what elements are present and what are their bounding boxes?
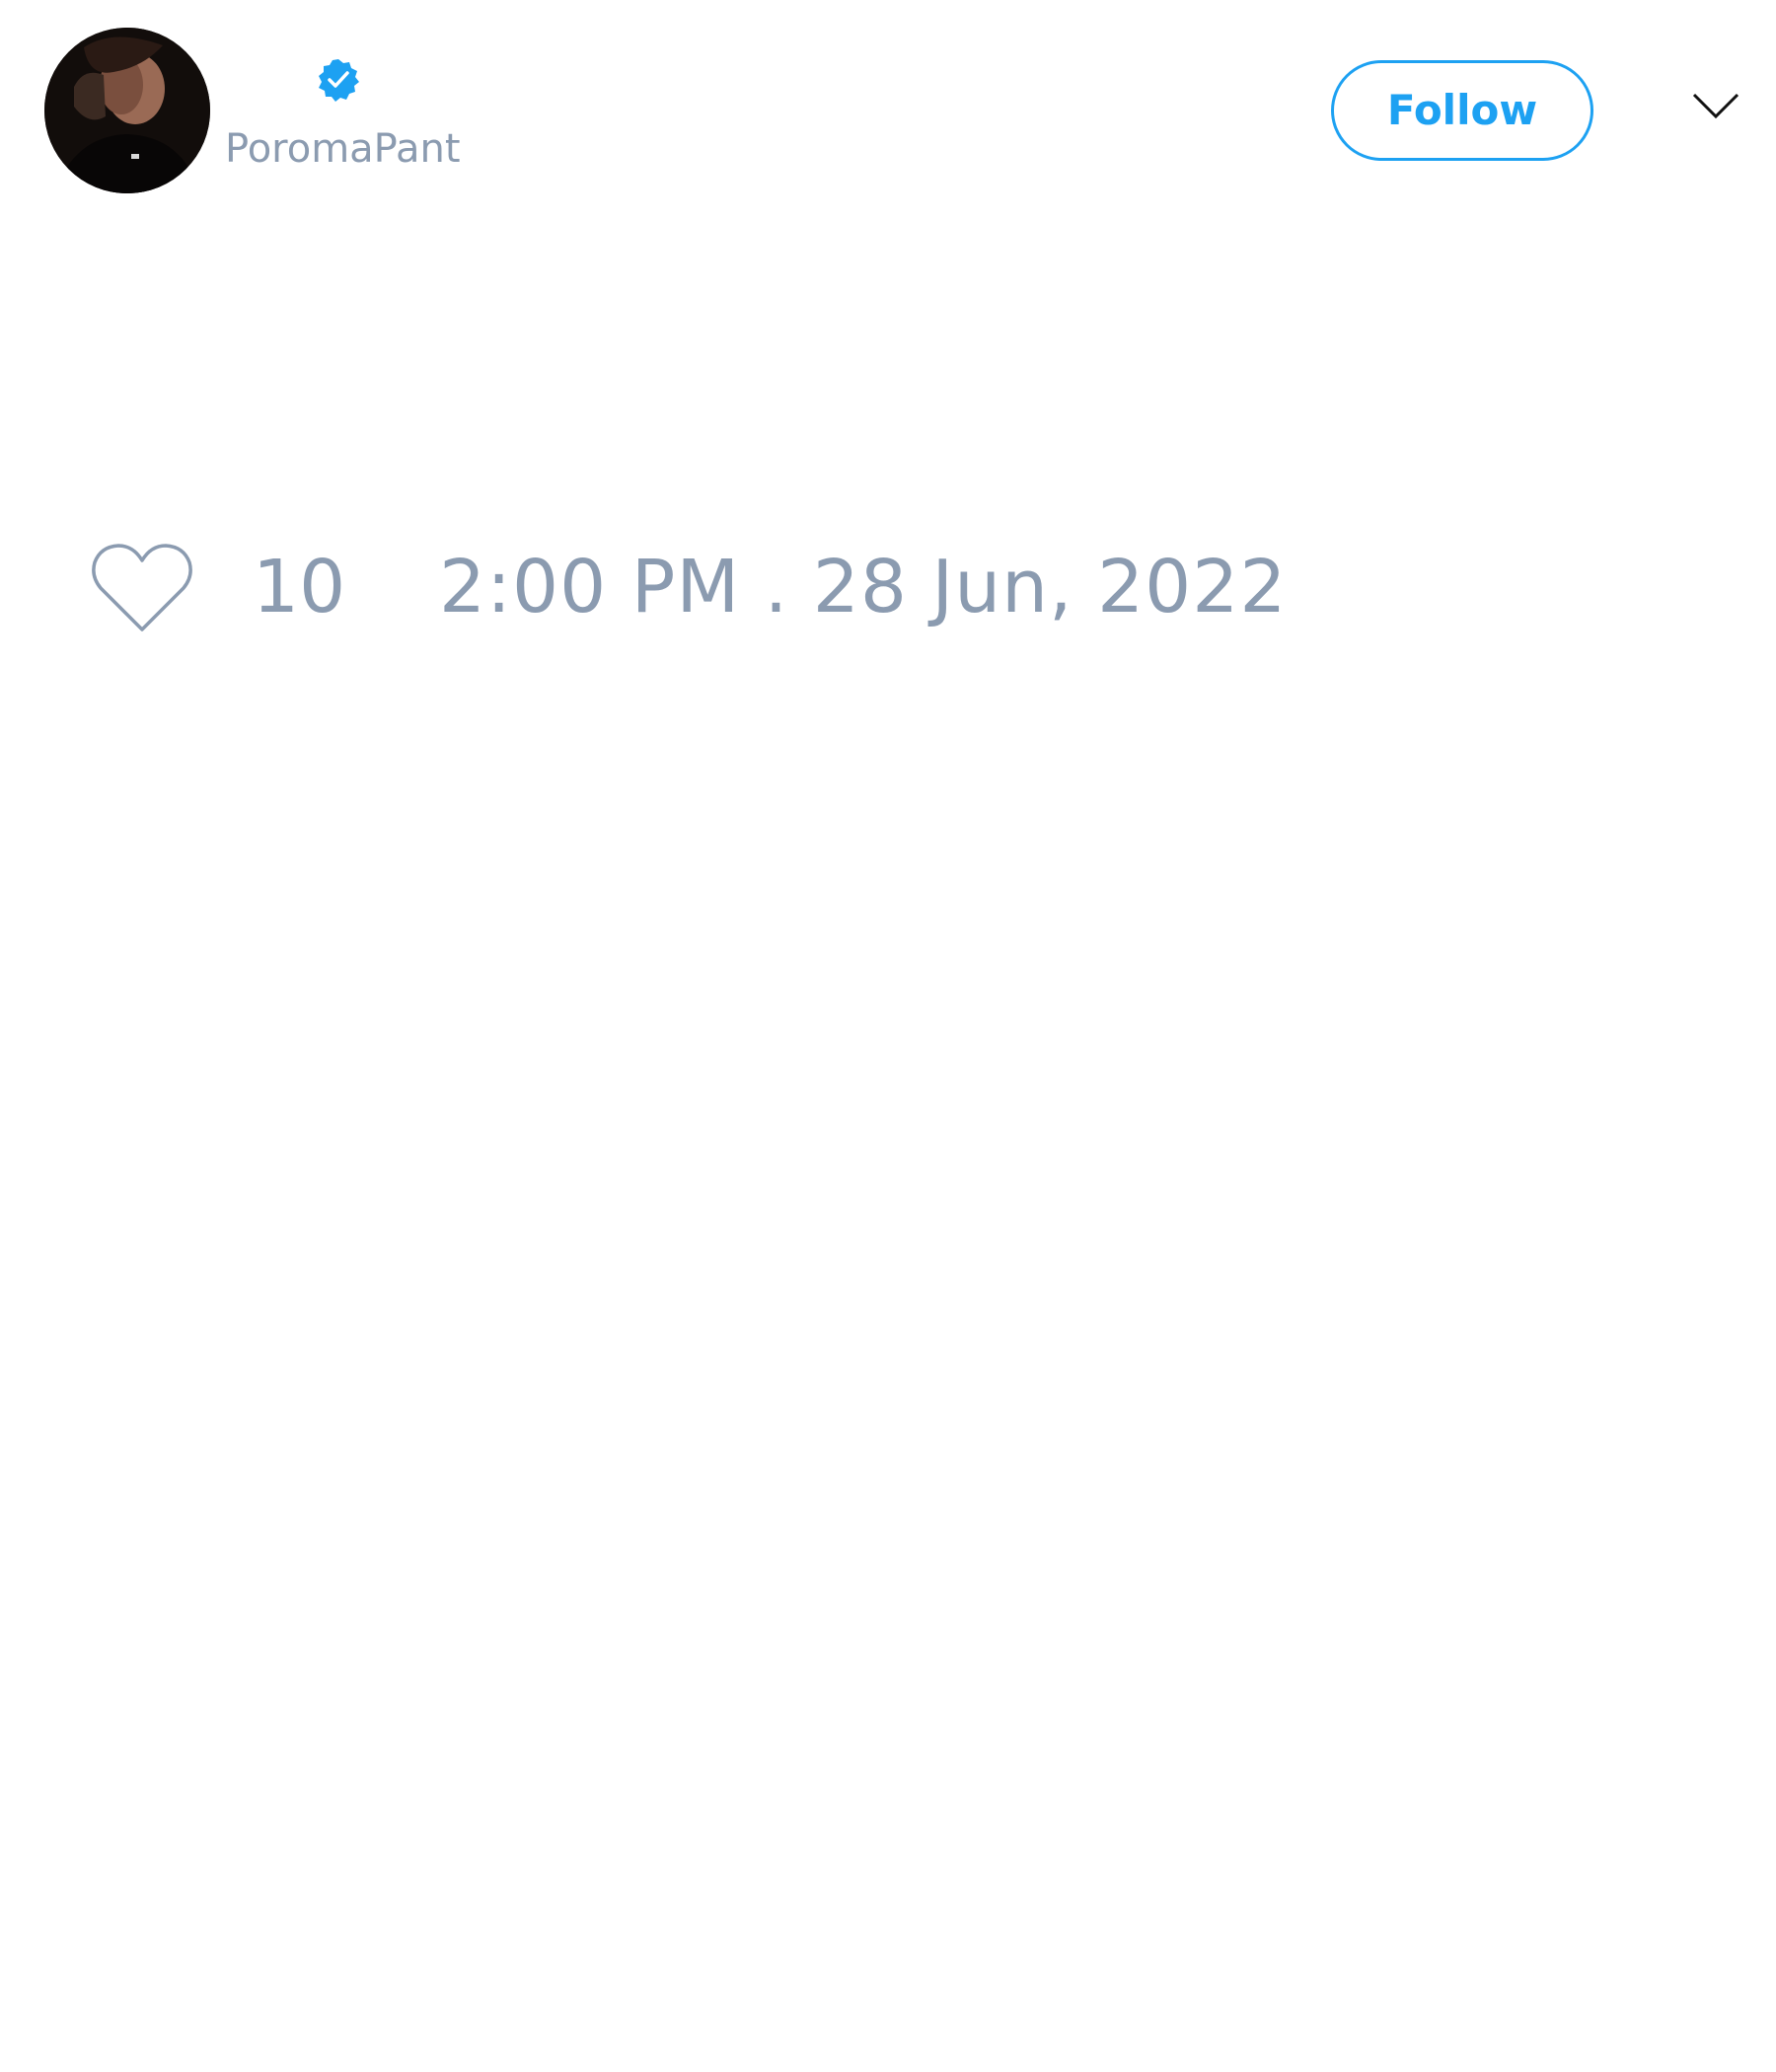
author-handle[interactable]: PoromaPant — [225, 124, 461, 174]
verified-badge-icon — [316, 57, 361, 103]
chevron-down-icon[interactable] — [1691, 91, 1740, 122]
like-count: 10 — [253, 545, 346, 629]
avatar[interactable] — [44, 28, 210, 193]
avatar-photo — [44, 28, 210, 193]
heart-outline-icon[interactable] — [89, 541, 195, 635]
follow-button[interactable]: Follow — [1331, 60, 1593, 161]
tweet-timestamp[interactable]: 2:00 PM . 28 Jun, 2022 — [439, 545, 1287, 629]
